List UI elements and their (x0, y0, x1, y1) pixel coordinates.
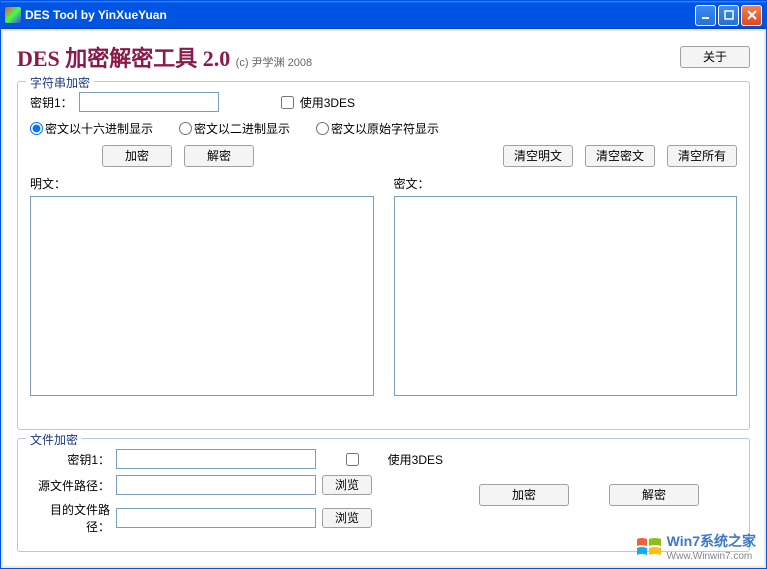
src-path-input[interactable] (116, 475, 316, 495)
titlebar[interactable]: DES Tool by YinXueYuan (1, 1, 766, 29)
dst-path-label: 目的文件路径： (30, 501, 110, 535)
clear-cipher-button[interactable]: 清空密文 (585, 145, 655, 167)
radio-bin-wrap[interactable]: 密文以二进制显示 (179, 120, 290, 137)
clear-all-button[interactable]: 清空所有 (667, 145, 737, 167)
minimize-button[interactable] (695, 5, 716, 26)
radio-raw[interactable] (316, 122, 329, 135)
about-button[interactable]: 关于 (680, 46, 750, 68)
file-encrypt-group: 文件加密 密钥1： 使用3DES 源文件路径： 浏览 (17, 438, 750, 552)
radio-raw-wrap[interactable]: 密文以原始字符显示 (316, 120, 439, 137)
file-decrypt-button[interactable]: 解密 (609, 484, 699, 506)
src-browse-button[interactable]: 浏览 (322, 475, 372, 495)
string-key1-label: 密钥1： (30, 94, 73, 111)
window-controls (695, 5, 762, 26)
client-area: DES 加密解密工具 2.0 (c) 尹学渊 2008 关于 字符串加密 密钥1… (3, 31, 764, 566)
file-encrypt-button[interactable]: 加密 (479, 484, 569, 506)
watermark-line2: Www.Winwin7.com (667, 551, 756, 562)
app-icon (5, 7, 21, 23)
app-title-row: DES 加密解密工具 2.0 (c) 尹学渊 2008 (17, 41, 312, 73)
app-window: DES Tool by YinXueYuan DES 加密解密工具 2.0 (c… (0, 0, 767, 569)
string-group-title: 字符串加密 (26, 74, 94, 91)
string-key1-input[interactable] (79, 92, 219, 112)
app-title: DES 加密解密工具 2.0 (17, 46, 230, 71)
file-use3des-checkbox[interactable] (346, 453, 359, 466)
src-path-label: 源文件路径： (30, 477, 110, 494)
radio-hex[interactable] (30, 122, 43, 135)
radio-bin[interactable] (179, 122, 192, 135)
radio-hex-wrap[interactable]: 密文以十六进制显示 (30, 120, 153, 137)
dst-browse-button[interactable]: 浏览 (322, 508, 372, 528)
string-encrypt-group: 字符串加密 密钥1： 使用3DES 密文以十六进制显示 密文以二进制显示 (17, 81, 750, 430)
radio-bin-label: 密文以二进制显示 (194, 120, 290, 137)
file-group-title: 文件加密 (26, 431, 82, 448)
close-button[interactable] (741, 5, 762, 26)
cipher-textarea[interactable] (394, 196, 738, 396)
window-title: DES Tool by YinXueYuan (25, 8, 695, 22)
maximize-button[interactable] (718, 5, 739, 26)
file-key1-label: 密钥1： (30, 451, 110, 468)
file-key1-input[interactable] (116, 449, 316, 469)
clear-plain-button[interactable]: 清空明文 (503, 145, 573, 167)
string-encrypt-button[interactable]: 加密 (102, 145, 172, 167)
radio-hex-label: 密文以十六进制显示 (45, 120, 153, 137)
string-use3des-checkbox[interactable] (281, 96, 294, 109)
radio-raw-label: 密文以原始字符显示 (331, 120, 439, 137)
file-use3des-label: 使用3DES (363, 451, 443, 468)
plain-textarea[interactable] (30, 196, 374, 396)
cipher-label: 密文： (394, 175, 738, 192)
string-use3des-label: 使用3DES (300, 94, 355, 111)
dst-path-input[interactable] (116, 508, 316, 528)
plain-label: 明文： (30, 175, 374, 192)
app-copyright: (c) 尹学渊 2008 (236, 57, 312, 69)
string-decrypt-button[interactable]: 解密 (184, 145, 254, 167)
